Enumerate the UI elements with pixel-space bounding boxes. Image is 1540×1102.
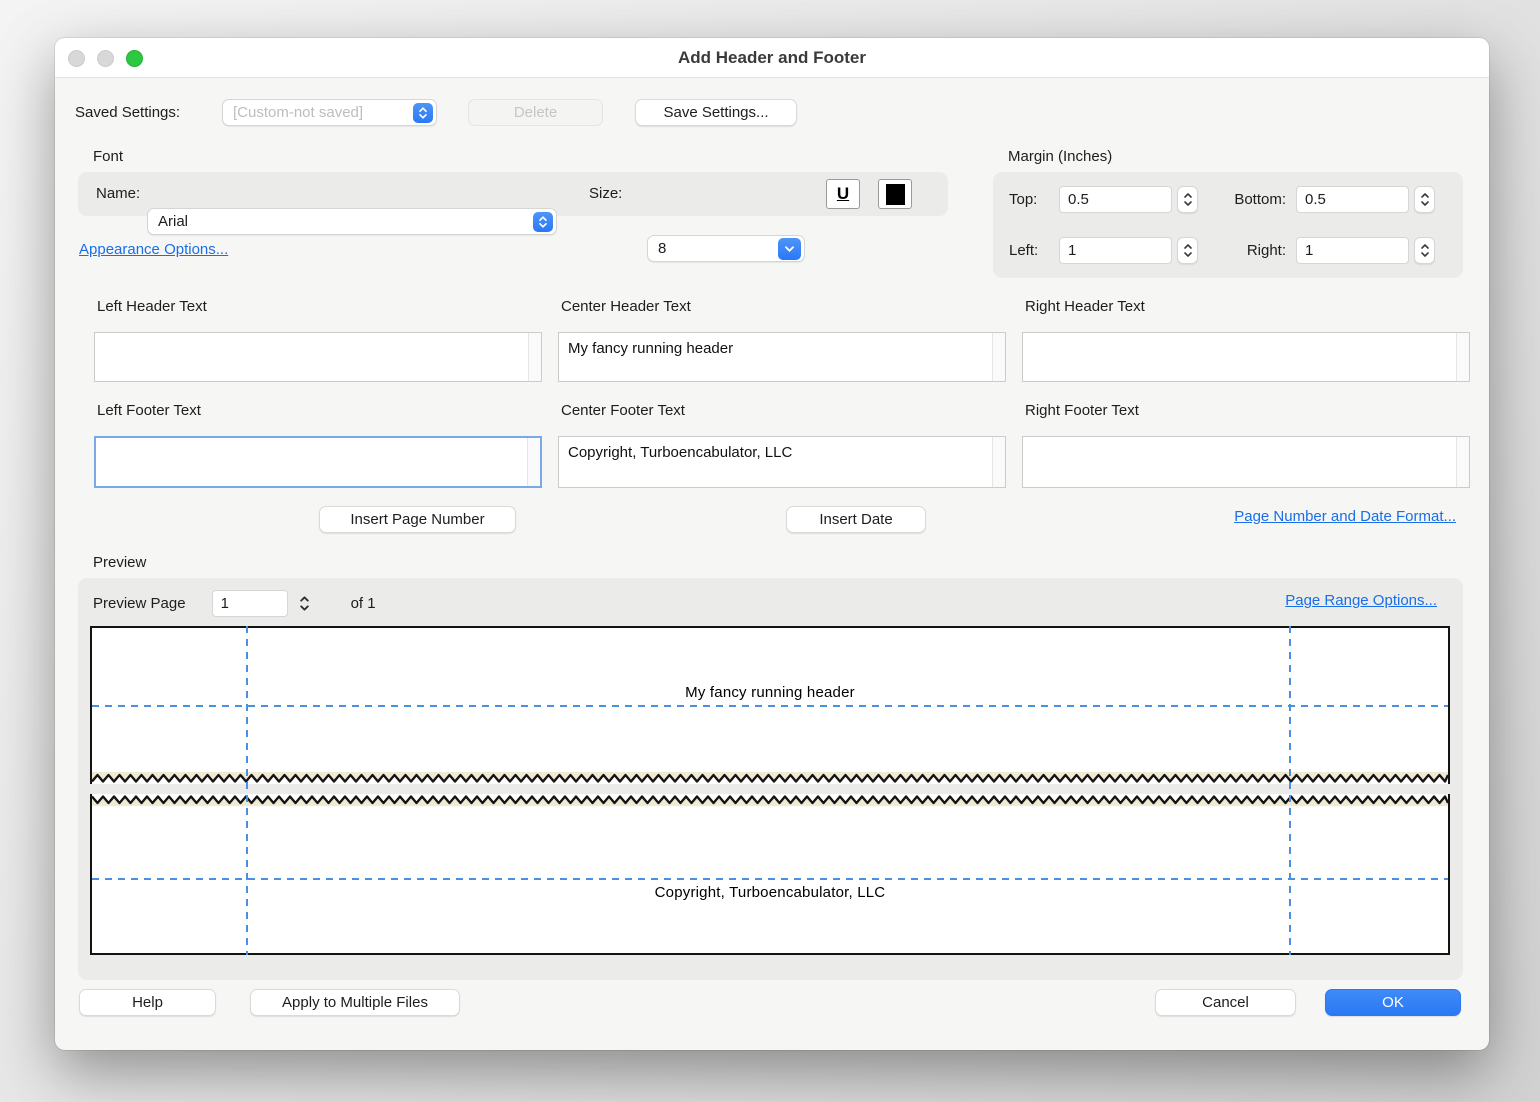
margin-bottom-stepper[interactable]: [1414, 186, 1435, 213]
torn-edge-icon: [92, 794, 1448, 806]
stepper-up-icon: [299, 595, 310, 603]
font-size-label: Size:: [589, 185, 622, 202]
preview-panel: Preview Page of 1 Page Range Options... …: [78, 578, 1463, 980]
margin-top-label: Top:: [1009, 191, 1059, 208]
stepper-up-icon: [1183, 192, 1193, 199]
cancel-button[interactable]: Cancel: [1155, 989, 1296, 1016]
stepper-down-icon: [1183, 200, 1193, 207]
saved-settings-label: Saved Settings:: [75, 104, 180, 121]
margin-group: Top: Bottom: Left: Right:: [993, 172, 1463, 278]
save-settings-button[interactable]: Save Settings...: [635, 99, 797, 126]
margin-left-stepper[interactable]: [1177, 237, 1198, 264]
left-margin-guide-line: [246, 626, 248, 955]
saved-settings-select[interactable]: [Custom-not saved]: [222, 99, 437, 126]
font-group-label: Font: [93, 148, 123, 165]
preview-header-text: My fancy running header: [92, 684, 1448, 701]
center-header-label: Center Header Text: [561, 298, 691, 315]
preview-page-stepper[interactable]: [294, 590, 315, 617]
right-footer-textarea[interactable]: [1022, 436, 1470, 488]
left-header-textarea[interactable]: [94, 332, 542, 382]
stepper-down-icon: [1183, 251, 1193, 258]
saved-settings-value: [Custom-not saved]: [233, 104, 363, 121]
preview-page-bottom-fragment: Copyright, Turboencabulator, LLC: [90, 794, 1450, 955]
stepper-up-icon: [1420, 243, 1430, 250]
color-swatch: [886, 184, 905, 205]
stepper-down-icon: [299, 604, 310, 612]
font-size-value: 8: [658, 240, 666, 257]
margin-top-input[interactable]: [1059, 186, 1172, 213]
right-margin-guide-line: [1289, 626, 1291, 955]
minimize-window-button[interactable]: [97, 50, 114, 67]
font-size-select[interactable]: 8: [647, 235, 805, 262]
select-updown-chevrons-icon: [533, 212, 553, 232]
stepper-down-icon: [1420, 251, 1430, 258]
preview-page-label: Preview Page: [93, 595, 186, 612]
margin-left-label: Left:: [1009, 242, 1059, 259]
footer-margin-guide-line: [92, 878, 1448, 880]
header-margin-guide-line: [92, 705, 1448, 707]
dialog-title: Add Header and Footer: [678, 48, 866, 68]
apply-to-multiple-files-button[interactable]: Apply to Multiple Files: [250, 989, 460, 1016]
right-header-label: Right Header Text: [1025, 298, 1145, 315]
center-footer-textarea[interactable]: Copyright, Turboencabulator, LLC: [558, 436, 1006, 488]
stepper-up-icon: [1183, 243, 1193, 250]
close-window-button[interactable]: [68, 50, 85, 67]
torn-edge-icon: [92, 772, 1448, 784]
right-footer-label: Right Footer Text: [1025, 402, 1139, 419]
font-name-select[interactable]: Arial: [147, 208, 557, 235]
center-footer-label: Center Footer Text: [561, 402, 685, 419]
preview-page-canvas: My fancy running header Copyright, Turbo…: [90, 626, 1450, 955]
margin-right-input[interactable]: [1296, 237, 1409, 264]
page-range-options-link[interactable]: Page Range Options...: [1285, 592, 1437, 609]
right-header-textarea[interactable]: [1022, 332, 1470, 382]
margin-bottom-input[interactable]: [1296, 186, 1409, 213]
insert-page-number-button[interactable]: Insert Page Number: [319, 506, 516, 533]
left-footer-label: Left Footer Text: [97, 402, 201, 419]
center-header-textarea[interactable]: My fancy running header: [558, 332, 1006, 382]
delete-button[interactable]: Delete: [468, 99, 603, 126]
appearance-options-link[interactable]: Appearance Options...: [79, 241, 228, 258]
font-name-label: Name:: [96, 185, 140, 202]
chevron-down-icon: [778, 238, 801, 260]
underline-button[interactable]: U: [826, 179, 860, 209]
preview-page-top-fragment: My fancy running header: [90, 626, 1450, 784]
preview-page-input[interactable]: [212, 590, 288, 617]
preview-section-label: Preview: [93, 554, 146, 571]
font-name-value: Arial: [158, 213, 188, 230]
left-footer-textarea[interactable]: [94, 436, 542, 488]
margin-top-stepper[interactable]: [1177, 186, 1198, 213]
font-color-button[interactable]: [878, 179, 912, 209]
margin-right-stepper[interactable]: [1414, 237, 1435, 264]
help-button[interactable]: Help: [79, 989, 216, 1016]
zoom-window-button[interactable]: [126, 50, 143, 67]
margin-left-input[interactable]: [1059, 237, 1172, 264]
preview-footer-text: Copyright, Turboencabulator, LLC: [92, 884, 1448, 901]
preview-page-count: of 1: [351, 595, 376, 612]
margin-bottom-label: Bottom:: [1198, 191, 1286, 208]
margin-right-label: Right:: [1198, 242, 1286, 259]
margin-group-label: Margin (Inches): [1008, 148, 1112, 165]
stepper-up-icon: [1420, 192, 1430, 199]
insert-date-button[interactable]: Insert Date: [786, 506, 926, 533]
add-header-footer-dialog: Add Header and Footer Saved Settings: [C…: [55, 38, 1489, 1050]
page-number-date-format-link[interactable]: Page Number and Date Format...: [1234, 508, 1456, 525]
titlebar: Add Header and Footer: [55, 38, 1489, 78]
select-updown-chevrons-icon: [413, 103, 433, 123]
stepper-down-icon: [1420, 200, 1430, 207]
ok-button[interactable]: OK: [1325, 989, 1461, 1016]
left-header-label: Left Header Text: [97, 298, 207, 315]
